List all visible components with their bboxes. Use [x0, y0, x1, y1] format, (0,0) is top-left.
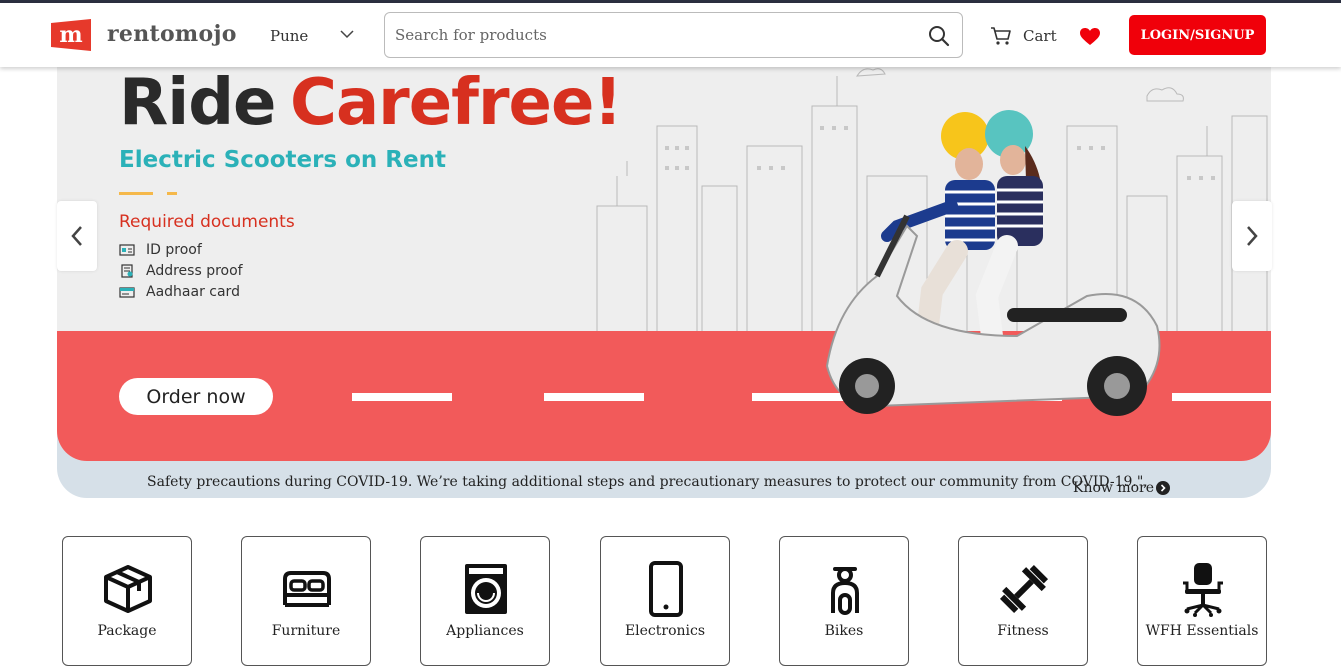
category-card-package[interactable]: Package [62, 536, 192, 666]
hero-slide[interactable]: Ride Carefree! Electric Scooters on Rent… [57, 46, 1271, 461]
category-card-furniture[interactable]: Furniture [241, 536, 371, 666]
document-item-aadhaar-card: Aadhaar card [119, 284, 240, 300]
cart-icon[interactable] [990, 26, 1012, 46]
heart-icon[interactable] [1080, 28, 1100, 46]
hero-title-part1: Ride [119, 66, 276, 140]
document-label: ID proof [146, 242, 202, 258]
decorative-dash [119, 192, 153, 195]
category-label: Appliances [446, 623, 524, 639]
hero-carousel: Ride Carefree! Electric Scooters on Rent… [57, 46, 1271, 498]
search-input[interactable] [395, 21, 915, 49]
covid-notice-text: Safety precautions during COVID-19. We’r… [147, 474, 1148, 490]
category-label: Electronics [624, 623, 706, 639]
category-label: Furniture [271, 623, 341, 639]
carousel-prev-button[interactable] [57, 201, 97, 271]
document-item-id-proof: ID proof [119, 242, 202, 258]
category-card-appliances[interactable]: Appliances [420, 536, 550, 666]
search-icon[interactable] [928, 25, 950, 47]
know-more-label[interactable]: Know more [1073, 480, 1154, 496]
dumbbell-icon [999, 564, 1049, 614]
lane-marking [352, 393, 452, 401]
login-signup-button[interactable]: LOGIN/SIGNUP [1129, 15, 1266, 55]
know-more-link[interactable]: Know more [1073, 480, 1171, 496]
rentomojo-logo-icon[interactable]: m [51, 19, 91, 51]
category-card-electronics[interactable]: Electronics [600, 536, 730, 666]
hero-title-part2: Carefree! [290, 66, 623, 140]
category-label: Bikes [824, 623, 864, 639]
category-label: WFH Essentials [1145, 623, 1259, 639]
required-documents-heading: Required documents [119, 212, 295, 232]
category-card-bikes[interactable]: Bikes [779, 536, 909, 666]
order-now-button[interactable]: Order now [119, 378, 273, 415]
category-list: Package Furniture Appliances Electronics [0, 536, 1341, 671]
chevron-down-icon[interactable] [340, 29, 354, 39]
lane-marking [1172, 393, 1271, 401]
office-chair-icon [1183, 563, 1223, 617]
arrow-right-circle-icon[interactable] [1156, 481, 1171, 495]
id-card-icon [119, 244, 135, 256]
bed-icon [283, 571, 331, 607]
search-bar [384, 12, 963, 58]
document-label: Aadhaar card [146, 284, 240, 300]
category-label: Package [97, 623, 157, 639]
site-header: m rentomojo Pune Cart LOGIN/SIGNUP [0, 3, 1341, 67]
category-label: Fitness [997, 623, 1049, 639]
lane-marking [544, 393, 644, 401]
category-card-fitness[interactable]: Fitness [958, 536, 1088, 666]
hero-subtitle: Electric Scooters on Rent [119, 147, 446, 173]
category-card-wfh-essentials[interactable]: WFH Essentials [1137, 536, 1267, 666]
document-item-address-proof: Address proof [119, 263, 243, 279]
box-icon [104, 565, 152, 613]
decorative-dash [167, 192, 177, 195]
aadhaar-card-icon [119, 287, 135, 298]
scooter-riders-image [825, 110, 1161, 416]
carousel-next-button[interactable] [1232, 201, 1272, 271]
chevron-left-icon[interactable] [70, 225, 84, 247]
document-label: Address proof [146, 263, 243, 279]
chevron-right-icon[interactable] [1245, 225, 1259, 247]
scooter-icon [831, 567, 859, 615]
address-document-icon [121, 264, 133, 278]
washing-machine-icon [465, 564, 507, 614]
phone-icon [649, 561, 683, 617]
svg-text:m: m [59, 22, 82, 48]
brand-name[interactable]: rentomojo [107, 21, 237, 47]
city-selector-label[interactable]: Pune [270, 27, 308, 45]
cart-link[interactable]: Cart [1023, 27, 1057, 45]
